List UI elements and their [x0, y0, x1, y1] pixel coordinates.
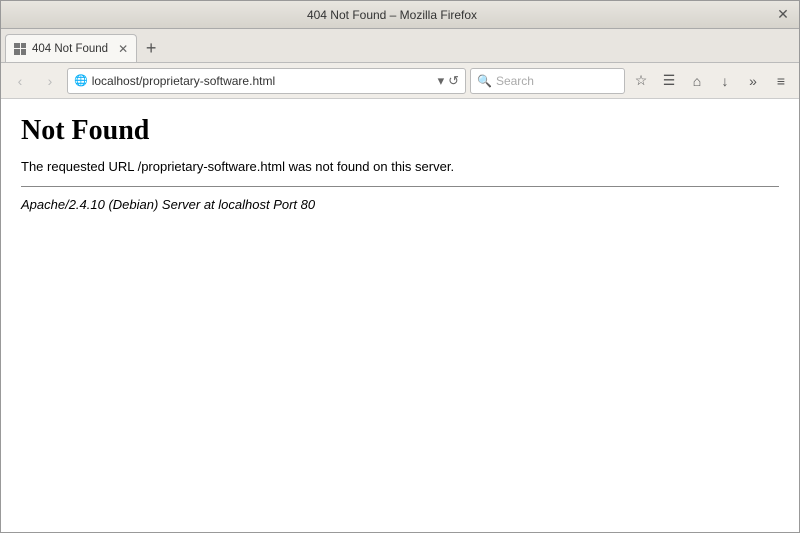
search-placeholder: Search — [496, 74, 534, 88]
overflow-button[interactable]: » — [741, 69, 765, 93]
search-icon: 🔍 — [477, 74, 492, 88]
tabbar: 404 Not Found ✕ + — [1, 29, 799, 63]
tab-label: 404 Not Found — [32, 43, 108, 55]
titlebar-title: 404 Not Found – Mozilla Firefox — [9, 8, 775, 22]
tab-favicon — [14, 43, 26, 55]
back-button[interactable]: ‹ — [7, 68, 33, 94]
address-icon: 🌐 — [74, 74, 88, 87]
tab-close-button[interactable]: ✕ — [118, 43, 128, 55]
browser-window: 404 Not Found – Mozilla Firefox ✕ 404 No… — [0, 0, 800, 533]
page-message: The requested URL /proprietary-software.… — [21, 159, 779, 174]
new-tab-button[interactable]: + — [139, 36, 163, 60]
close-button[interactable]: ✕ — [775, 7, 791, 23]
dropdown-icon: ▾ — [438, 73, 445, 89]
bookmark-button[interactable]: ☆ — [629, 69, 653, 93]
active-tab[interactable]: 404 Not Found ✕ — [5, 34, 137, 62]
search-bar[interactable]: 🔍 Search — [470, 68, 625, 94]
reload-button[interactable]: ↺ — [448, 73, 459, 89]
navbar: ‹ › 🌐 localhost/proprietary-software.htm… — [1, 63, 799, 99]
titlebar: 404 Not Found – Mozilla Firefox ✕ — [1, 1, 799, 29]
address-bar[interactable]: 🌐 localhost/proprietary-software.html ▾ … — [67, 68, 466, 94]
menu-button[interactable]: ≡ — [769, 69, 793, 93]
page-heading: Not Found — [21, 115, 779, 147]
home-button[interactable]: ⌂ — [685, 69, 709, 93]
download-button[interactable]: ↓ — [713, 69, 737, 93]
page-divider — [21, 186, 779, 187]
address-text: localhost/proprietary-software.html — [92, 74, 434, 88]
reader-view-button[interactable]: ☰ — [657, 69, 681, 93]
page-footer: Apache/2.4.10 (Debian) Server at localho… — [21, 197, 779, 212]
page-content: Not Found The requested URL /proprietary… — [1, 99, 799, 532]
forward-button[interactable]: › — [37, 68, 63, 94]
